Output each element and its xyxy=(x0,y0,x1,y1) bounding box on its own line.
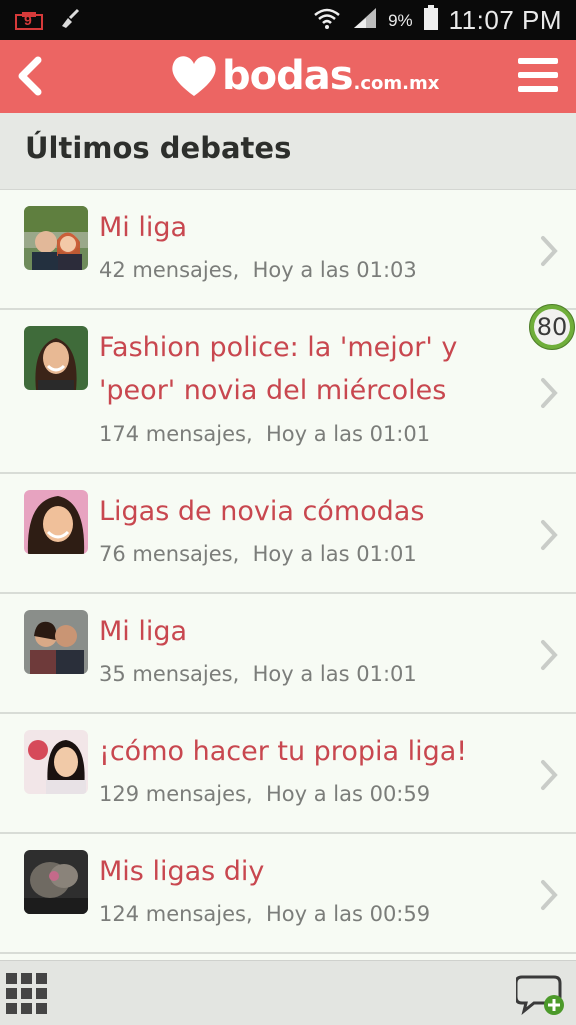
debate-row[interactable]: ¡cómo hacer tu propia liga! 129 mensajes… xyxy=(0,714,576,834)
message-count: 35 mensajes, xyxy=(99,662,240,686)
debate-title[interactable]: Mi liga xyxy=(99,206,519,249)
debate-row[interactable]: Mis ligas diy 124 mensajes, Hoy a las 00… xyxy=(0,834,576,954)
message-count: 129 mensajes, xyxy=(99,782,253,806)
message-count: 174 mensajes, xyxy=(99,422,253,446)
last-activity: Hoy a las 00:59 xyxy=(265,902,431,926)
cleaning-icon xyxy=(58,6,82,35)
grid-icon xyxy=(6,973,47,1014)
signal-icon xyxy=(352,6,378,35)
debate-title[interactable]: Ligas de novia cómodas xyxy=(99,490,519,533)
last-activity: Hoy a las 00:59 xyxy=(265,782,431,806)
logo-domain: .com.mx xyxy=(353,72,440,94)
avatar xyxy=(24,490,88,554)
chevron-right-icon xyxy=(541,760,558,790)
debate-meta: 76 mensajes, Hoy a las 01:01 xyxy=(99,540,417,568)
debate-row[interactable]: Mi liga 42 mensajes, Hoy a las 01:03 xyxy=(0,190,576,310)
last-activity: Hoy a las 01:03 xyxy=(252,258,417,282)
menu-button[interactable] xyxy=(516,54,562,98)
battery-percent: 9% xyxy=(388,10,413,30)
last-activity: Hoy a las 01:01 xyxy=(252,662,417,686)
debates-list: Mi liga 42 mensajes, Hoy a las 01:03 Fas… xyxy=(0,190,576,954)
message-count: 124 mensajes, xyxy=(99,902,253,926)
avatar xyxy=(24,610,88,674)
grid-button[interactable] xyxy=(6,973,48,1015)
notification-count: 9 xyxy=(24,11,32,28)
debate-meta: 42 mensajes, Hoy a las 01:03 xyxy=(99,256,417,284)
message-count: 76 mensajes, xyxy=(99,542,240,566)
debate-row[interactable]: Fashion police: la 'mejor' y 'peor' novi… xyxy=(0,310,576,474)
debate-row[interactable]: Ligas de novia cómodas 76 mensajes, Hoy … xyxy=(0,474,576,594)
notification-icon: 9 xyxy=(14,9,44,33)
last-activity: Hoy a las 01:01 xyxy=(265,422,431,446)
avatar xyxy=(24,326,88,390)
chevron-left-icon xyxy=(18,56,42,96)
debate-title[interactable]: Fashion police: la 'mejor' y 'peor' novi… xyxy=(99,326,519,412)
chevron-right-icon xyxy=(541,236,558,266)
debate-row[interactable]: Mi liga 35 mensajes, Hoy a las 01:01 xyxy=(0,594,576,714)
debate-title[interactable]: Mis ligas diy xyxy=(99,850,519,893)
section-title: Últimos debates xyxy=(25,131,292,165)
avatar xyxy=(24,206,88,270)
chevron-right-icon xyxy=(541,378,558,408)
logo-word: bodas xyxy=(222,53,354,99)
chevron-right-icon xyxy=(541,640,558,670)
debate-title[interactable]: ¡cómo hacer tu propia liga! xyxy=(99,730,519,773)
debate-meta: 129 mensajes, Hoy a las 00:59 xyxy=(99,780,430,808)
message-count: 42 mensajes, xyxy=(99,258,240,282)
badge-value: 80 xyxy=(534,309,570,345)
debate-meta: 174 mensajes, Hoy a las 01:01 xyxy=(99,420,430,448)
bodas-logo[interactable]: bodas .com.mx xyxy=(168,46,439,106)
debate-meta: 35 mensajes, Hoy a las 01:01 xyxy=(99,660,417,688)
debate-meta: 124 mensajes, Hoy a las 00:59 xyxy=(99,900,430,928)
battery-icon xyxy=(423,5,439,36)
back-button[interactable] xyxy=(10,50,54,102)
status-bar: 9 9% 11:07 PM xyxy=(0,0,576,40)
chevron-right-icon xyxy=(541,880,558,910)
debate-title[interactable]: Mi liga xyxy=(99,610,519,653)
avatar xyxy=(24,850,88,914)
section-header: Últimos debates xyxy=(0,113,576,190)
wifi-icon xyxy=(312,6,342,35)
last-activity: Hoy a las 01:01 xyxy=(252,542,417,566)
chevron-right-icon xyxy=(541,520,558,550)
app-bar: bodas .com.mx xyxy=(0,40,576,113)
floating-counter-badge[interactable]: 80 xyxy=(529,304,575,350)
new-chat-button[interactable] xyxy=(514,971,566,1017)
hamburger-menu-icon xyxy=(518,58,558,92)
avatar xyxy=(24,730,88,794)
new-chat-icon xyxy=(514,975,564,1015)
bottom-bar xyxy=(0,960,576,1025)
heart-icon xyxy=(172,56,216,96)
status-time: 11:07 PM xyxy=(448,5,562,35)
